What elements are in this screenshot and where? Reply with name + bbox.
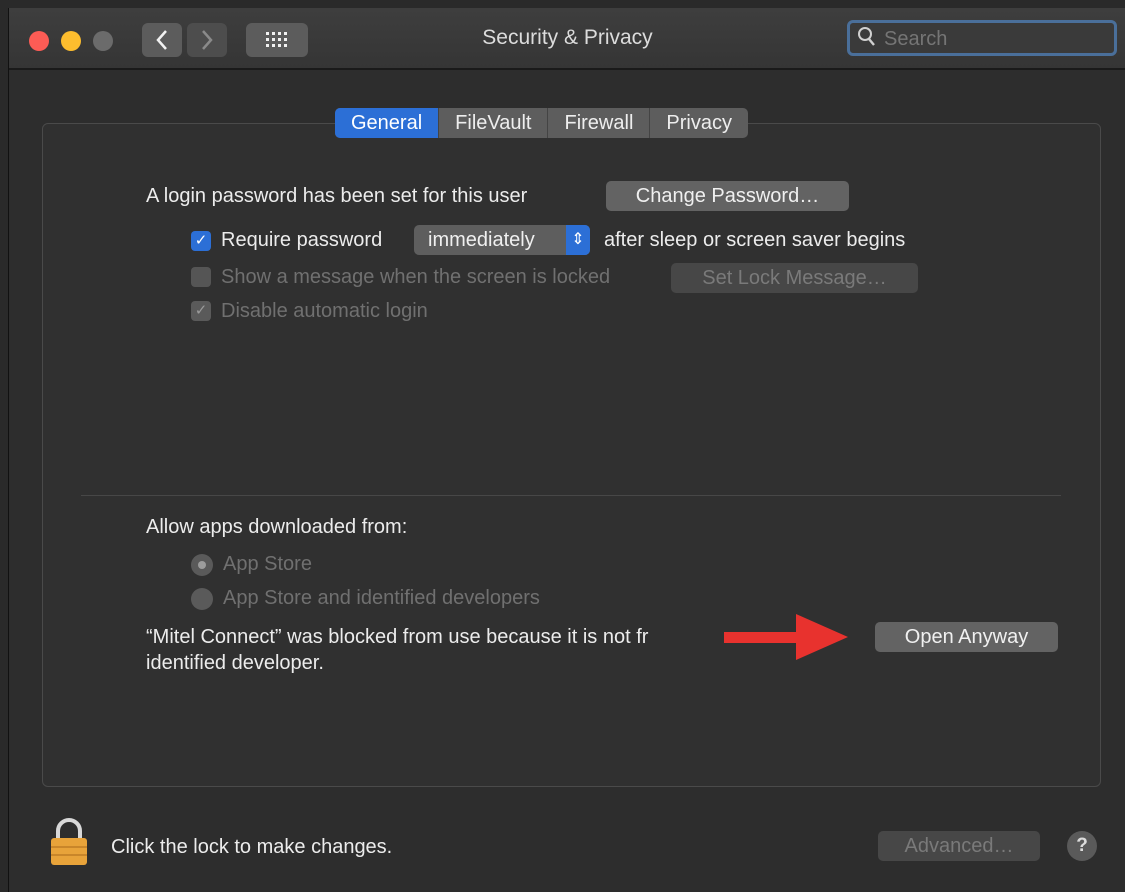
open-anyway-button[interactable]: Open Anyway [875,622,1058,652]
require-password-value: immediately [428,229,535,251]
title-bar: Security & Privacy [9,8,1125,70]
lock-icon[interactable] [49,818,89,866]
advanced-button[interactable]: Advanced… [878,831,1040,861]
radio-identified-label: App Store and identified developers [223,587,540,609]
search-icon [858,27,876,53]
red-arrow-icon [724,614,848,660]
search-input[interactable] [882,25,1106,53]
popup-arrows-icon: ⇕ [566,225,590,255]
disable-autologin-checkbox[interactable]: ✓ [191,301,211,321]
set-lock-message-button[interactable]: Set Lock Message… [671,263,918,293]
radio-app-store[interactable] [191,554,213,576]
allow-apps-heading: Allow apps downloaded from: [146,516,408,538]
blocked-app-message-line1: “Mitel Connect” was blocked from use bec… [146,626,649,648]
show-message-checkbox[interactable] [191,267,211,287]
tab-general[interactable]: General [335,108,440,138]
tab-filevault[interactable]: FileVault [439,108,549,138]
tab-bar: General FileVault Firewall Privacy [335,108,748,138]
section-divider [81,495,1061,496]
tab-privacy[interactable]: Privacy [650,108,748,138]
show-message-label: Show a message when the screen is locked [221,266,611,288]
radio-identified-developers[interactable] [191,588,213,610]
search-field[interactable] [847,20,1117,56]
blocked-app-message-line2: identified developer. [146,652,324,674]
require-password-popup[interactable]: immediately ⇕ [414,225,590,255]
require-password-suffix: after sleep or screen saver begins [604,229,906,251]
login-password-text: A login password has been set for this u… [146,185,528,207]
tab-firewall[interactable]: Firewall [548,108,651,138]
tab-content-panel [42,123,1101,787]
disable-autologin-label: Disable automatic login [221,300,428,322]
require-password-checkbox[interactable]: ✓ [191,231,211,251]
help-button[interactable]: ? [1067,831,1097,861]
require-password-label: Require password [221,229,383,251]
lock-text: Click the lock to make changes. [111,836,393,858]
change-password-button[interactable]: Change Password… [606,181,849,211]
preferences-window: Security & Privacy General FileVault Fir… [8,8,1125,892]
radio-app-store-label: App Store [223,553,312,575]
